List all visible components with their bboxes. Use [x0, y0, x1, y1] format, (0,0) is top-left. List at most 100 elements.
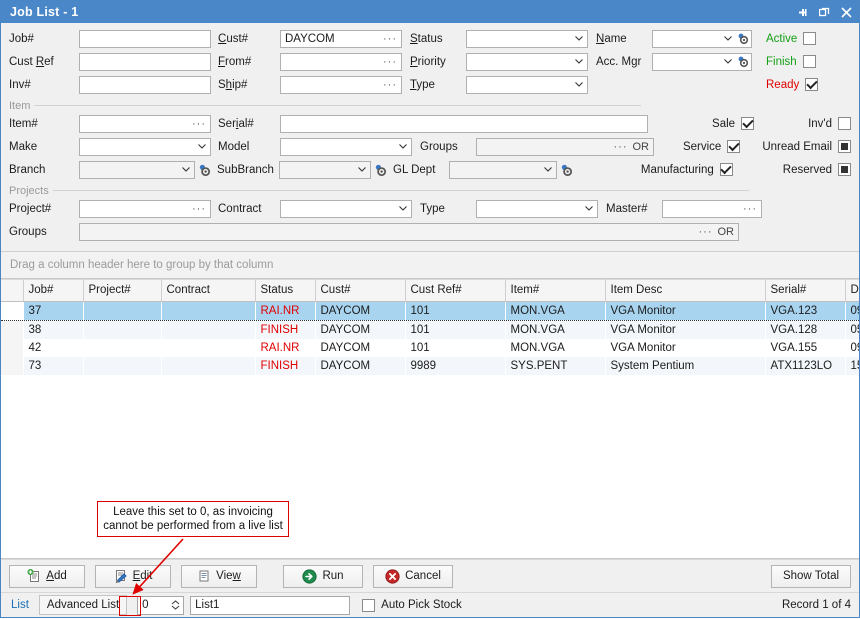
gear-icon[interactable] — [736, 32, 749, 45]
ellipsis-icon[interactable]: ··· — [383, 81, 399, 89]
col-contract[interactable]: Contract — [161, 280, 255, 302]
sale-checkbox[interactable] — [741, 117, 754, 130]
item-group-title: Item — [9, 101, 34, 112]
project-input[interactable]: ··· — [79, 200, 211, 218]
item-input[interactable]: ··· — [79, 115, 211, 133]
cell-cust: DAYCOM — [315, 357, 405, 375]
restore-icon[interactable] — [813, 2, 835, 22]
pin-icon[interactable] — [791, 2, 813, 22]
item-groups-input[interactable]: ··· OR — [476, 138, 654, 156]
edit-button[interactable]: Edit — [95, 565, 171, 588]
chevron-down-icon[interactable] — [355, 167, 368, 172]
reserved-checkbox[interactable] — [838, 163, 851, 176]
list-number-value[interactable]: 0 — [138, 599, 168, 611]
table-row[interactable]: 42 RAI.NR DAYCOM 101 MON.VGA VGA Monitor… — [1, 339, 859, 357]
cust-input[interactable]: DAYCOM ··· — [280, 30, 402, 48]
chevron-down-icon[interactable] — [572, 82, 585, 87]
branch-select[interactable] — [79, 161, 195, 179]
stepper-buttons[interactable] — [168, 597, 183, 614]
chevron-down-icon[interactable] — [721, 59, 734, 64]
model-select[interactable] — [280, 138, 412, 156]
ellipsis-icon[interactable]: ··· — [614, 143, 630, 151]
name-select[interactable] — [652, 30, 752, 48]
chevron-down-icon[interactable] — [572, 36, 585, 41]
ellipsis-icon[interactable]: ··· — [383, 58, 399, 66]
project-type-select[interactable] — [476, 200, 598, 218]
manufacturing-checkbox[interactable] — [720, 163, 733, 176]
tab-list[interactable]: List — [7, 599, 33, 611]
run-button[interactable]: Run — [283, 565, 363, 588]
col-serial[interactable]: Serial# — [765, 280, 845, 302]
col-item-desc[interactable]: Item Desc — [605, 280, 765, 302]
close-icon[interactable] — [835, 2, 857, 22]
chevron-down-icon[interactable] — [396, 206, 409, 211]
project-groups-input[interactable]: ··· OR — [79, 223, 739, 241]
list-number-stepper[interactable]: 0 — [137, 596, 184, 615]
group-by-hint: Drag a column header here to group by th… — [10, 259, 273, 271]
row-selector[interactable] — [1, 302, 23, 321]
acc-mgr-label: Acc. Mgr — [588, 56, 652, 68]
col-cust[interactable]: Cust# — [315, 280, 405, 302]
chevron-down-icon[interactable] — [721, 36, 734, 41]
add-button[interactable]: Add — [9, 565, 85, 588]
cancel-button[interactable]: Cancel — [373, 565, 453, 588]
row-selector[interactable] — [1, 321, 23, 340]
gear-icon[interactable] — [373, 163, 387, 177]
ellipsis-icon[interactable]: ··· — [192, 120, 208, 128]
group-by-panel[interactable]: Drag a column header here to group by th… — [1, 251, 859, 279]
row-selector[interactable] — [1, 339, 23, 357]
priority-select[interactable] — [466, 53, 588, 71]
auto-pick-stock-checkbox[interactable] — [362, 599, 375, 612]
list-name-input[interactable]: List1 — [190, 596, 350, 615]
status-select[interactable] — [466, 30, 588, 48]
active-checkbox[interactable] — [803, 32, 816, 45]
unread-email-checkbox[interactable] — [838, 140, 851, 153]
chevron-down-icon[interactable] — [541, 167, 554, 172]
ellipsis-icon[interactable]: ··· — [699, 228, 715, 236]
ellipsis-icon[interactable]: ··· — [383, 35, 399, 43]
chevron-down-icon[interactable] — [582, 206, 595, 211]
ellipsis-icon[interactable]: ··· — [743, 205, 759, 213]
chevron-down-icon[interactable] — [179, 167, 192, 172]
contract-select[interactable] — [280, 200, 412, 218]
cust-ref-input[interactable] — [79, 53, 211, 71]
serial-input[interactable] — [280, 115, 648, 133]
gl-dept-select[interactable] — [449, 161, 557, 179]
chevron-down-icon[interactable] — [195, 144, 208, 149]
acc-mgr-select[interactable] — [652, 53, 752, 71]
type-select[interactable] — [466, 76, 588, 94]
view-button[interactable]: View — [181, 565, 257, 588]
type-label: Type — [402, 79, 466, 91]
chevron-down-icon[interactable] — [572, 59, 585, 64]
make-select[interactable] — [79, 138, 211, 156]
table-row[interactable]: 73 FINISH DAYCOM 9989 SYS.PENT System Pe… — [1, 357, 859, 375]
invd-checkbox[interactable] — [838, 117, 851, 130]
service-checkbox[interactable] — [727, 140, 740, 153]
ellipsis-icon[interactable]: ··· — [192, 205, 208, 213]
col-project[interactable]: Project# — [83, 280, 161, 302]
from-input[interactable]: ··· — [280, 53, 402, 71]
col-date[interactable]: Da — [845, 280, 859, 302]
ready-checkbox[interactable] — [805, 78, 818, 91]
gear-icon[interactable] — [736, 55, 749, 68]
tab-advanced-list[interactable]: Advanced List — [39, 595, 127, 615]
show-total-button[interactable]: Show Total — [771, 565, 851, 588]
finish-checkbox[interactable] — [803, 55, 816, 68]
col-item[interactable]: Item# — [505, 280, 605, 302]
ship-input[interactable]: ··· — [280, 76, 402, 94]
chevron-down-icon[interactable] — [396, 144, 409, 149]
gear-icon[interactable] — [197, 163, 211, 177]
subbranch-select[interactable] — [279, 161, 371, 179]
table-row[interactable]: 38 FINISH DAYCOM 101 MON.VGA VGA Monitor… — [1, 321, 859, 340]
col-cust-ref[interactable]: Cust Ref# — [405, 280, 505, 302]
gl-dept-label: GL Dept — [387, 164, 449, 176]
job-input[interactable] — [79, 30, 211, 48]
gear-icon[interactable] — [559, 163, 573, 177]
ready-checkbox-row: Ready — [766, 73, 818, 96]
inv-input[interactable] — [79, 76, 211, 94]
col-job[interactable]: Job# — [23, 280, 83, 302]
col-status[interactable]: Status — [255, 280, 315, 302]
table-row[interactable]: 37 RAI.NR DAYCOM 101 MON.VGA VGA Monitor… — [1, 302, 859, 321]
row-selector[interactable] — [1, 357, 23, 375]
master-input[interactable]: ··· — [662, 200, 762, 218]
